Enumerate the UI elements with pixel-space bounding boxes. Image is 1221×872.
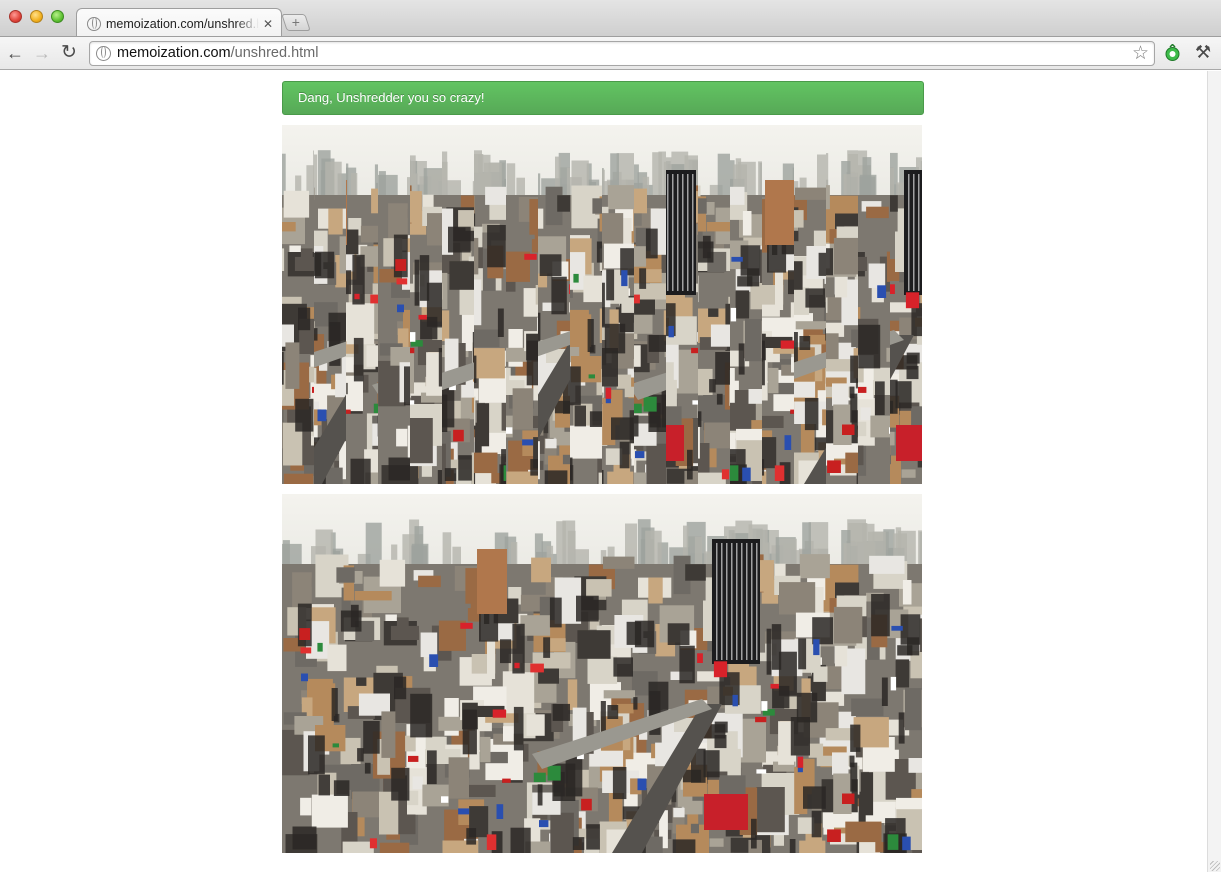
address-bar[interactable]: memoization.com/unshred.html ☆ bbox=[89, 41, 1155, 66]
url-domain: memoization.com bbox=[117, 45, 231, 61]
bookmark-star-icon[interactable]: ☆ bbox=[1132, 43, 1149, 64]
plus-icon: + bbox=[285, 14, 307, 30]
resize-grip[interactable] bbox=[1210, 861, 1220, 871]
success-alert: Dang, Unshredder you so crazy! bbox=[282, 81, 924, 115]
window-minimize-button[interactable] bbox=[30, 10, 43, 23]
globe-icon bbox=[87, 16, 101, 31]
page-viewport: Dang, Unshredder you so crazy! bbox=[0, 71, 1207, 872]
forward-arrow-icon[interactable]: → bbox=[33, 42, 51, 64]
browser-tab[interactable]: memoization.com/unshred.h ✕ bbox=[76, 8, 282, 38]
unshredded-image bbox=[282, 494, 922, 853]
back-arrow-icon[interactable]: ← bbox=[6, 42, 24, 64]
tab-title: memoization.com/unshred.h bbox=[106, 17, 259, 31]
reload-icon[interactable]: ↻ bbox=[61, 42, 77, 64]
window-titlebar: memoization.com/unshred.h ✕ + bbox=[0, 0, 1221, 38]
url-text[interactable]: memoization.com/unshred.html bbox=[117, 45, 318, 61]
url-path: /unshred.html bbox=[231, 45, 319, 61]
shredded-city-photo bbox=[282, 125, 922, 484]
vertical-scrollbar[interactable] bbox=[1207, 71, 1221, 872]
new-tab-button[interactable]: + bbox=[281, 14, 311, 31]
browser-toolbar: ← → ↻ memoization.com/unshred.html ☆ ⚒ bbox=[0, 36, 1221, 70]
wrench-icon[interactable]: ⚒ bbox=[1195, 42, 1211, 63]
window-close-button[interactable] bbox=[9, 10, 22, 23]
unshredded-city-photo bbox=[282, 494, 922, 853]
extension-icon[interactable] bbox=[1164, 44, 1181, 62]
globe-icon bbox=[96, 46, 111, 61]
tab-close-icon[interactable]: ✕ bbox=[263, 17, 273, 31]
shredded-image bbox=[282, 125, 922, 484]
window-zoom-button[interactable] bbox=[51, 10, 64, 23]
